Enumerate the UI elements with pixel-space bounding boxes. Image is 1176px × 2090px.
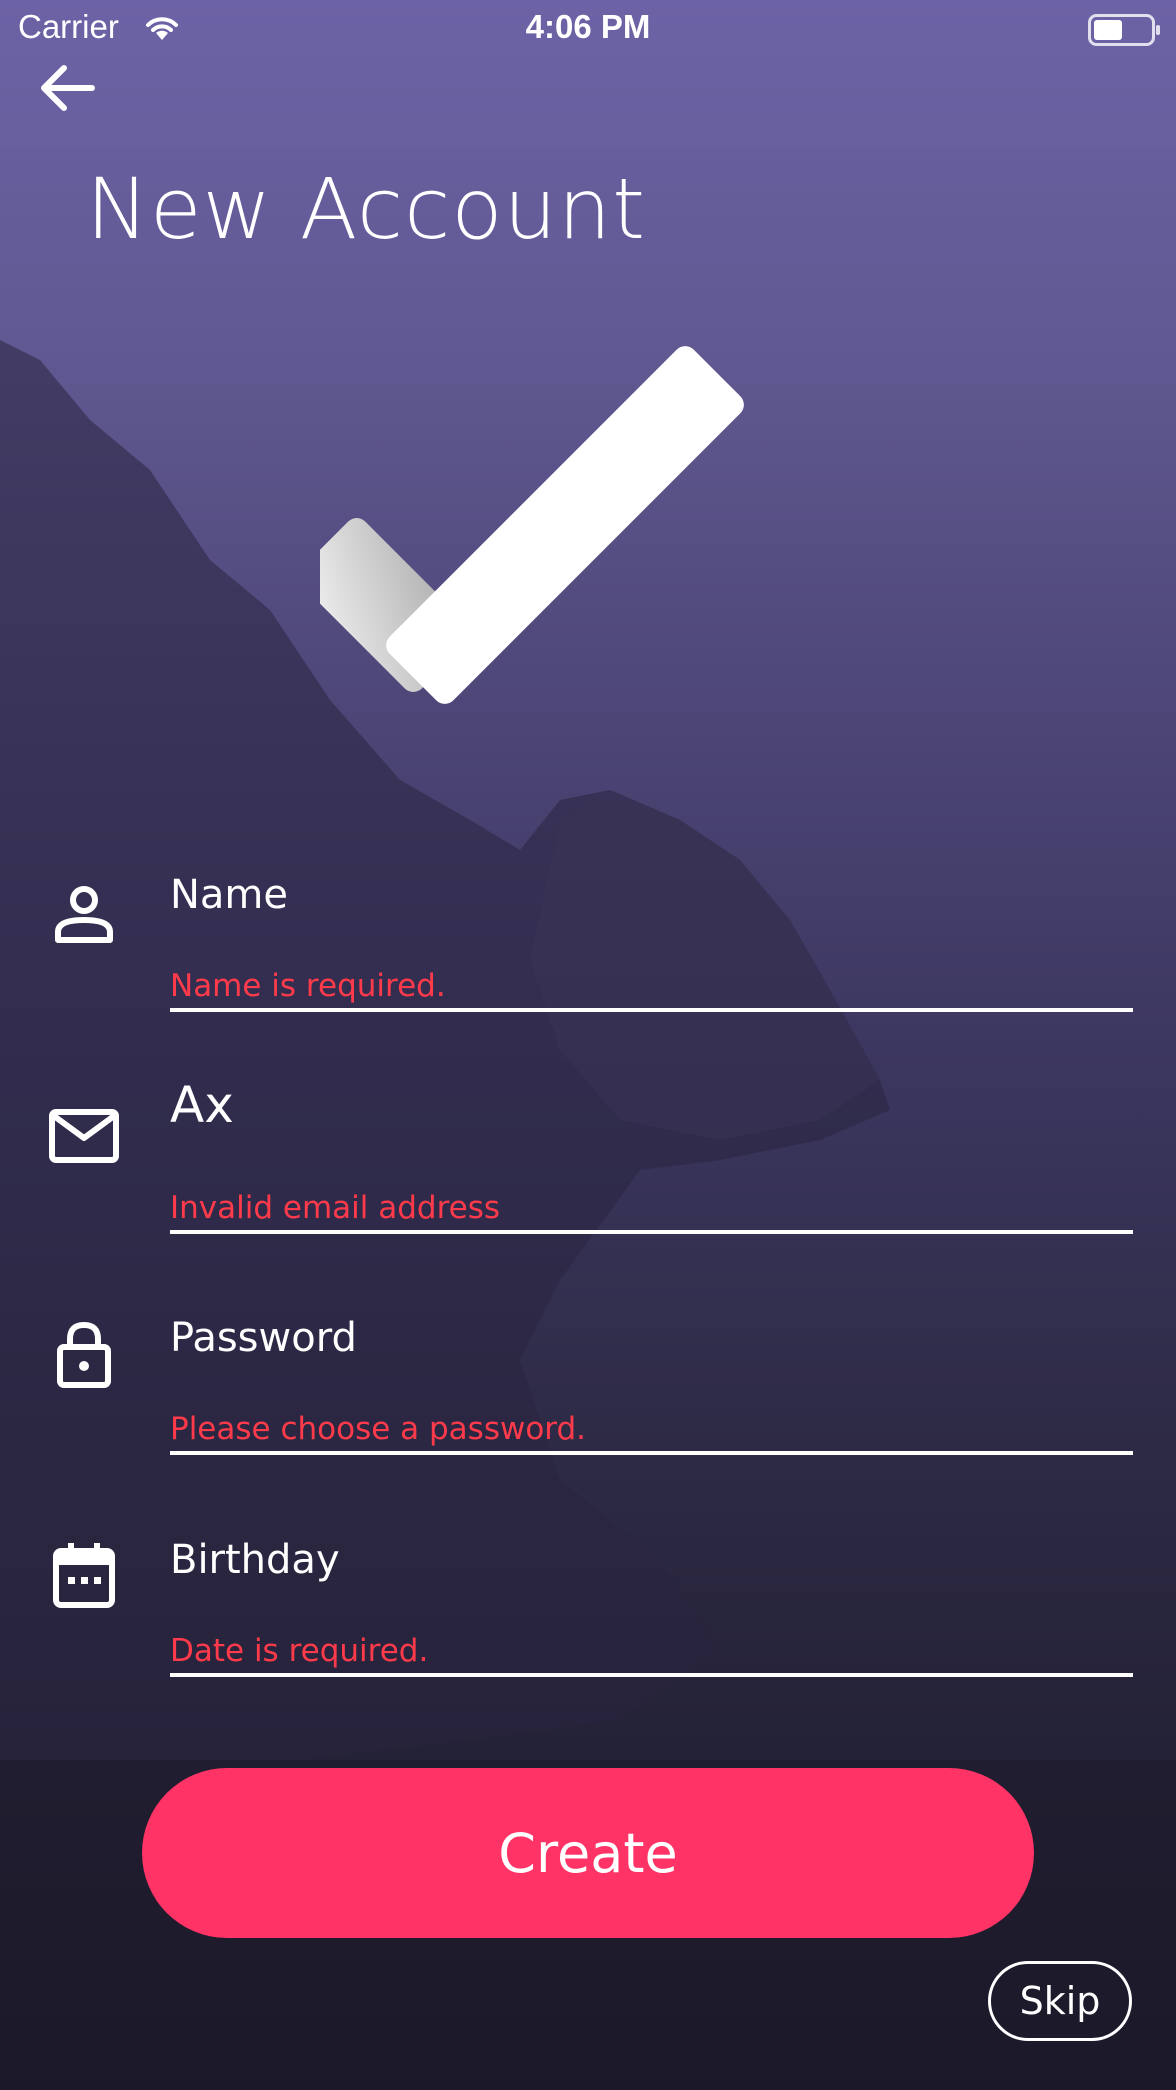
create-button[interactable]: Create [142,1768,1034,1938]
email-underline [170,1230,1133,1234]
lock-icon [57,1321,111,1388]
email-field: Invalid email address [0,1060,1176,1280]
birthday-input[interactable] [170,1515,1130,1605]
mail-icon [49,1109,119,1163]
back-button[interactable] [36,58,100,122]
password-error: Please choose a password. [170,1411,587,1447]
name-input[interactable] [170,850,1130,940]
password-input[interactable] [170,1293,1130,1383]
battery-icon [1088,14,1160,46]
name-field: Name is required. [0,850,1176,1070]
person-icon [55,886,113,943]
birthday-error: Date is required. [170,1633,429,1669]
name-error: Name is required. [170,968,446,1004]
email-input[interactable] [170,1060,1130,1150]
name-underline [170,1008,1133,1012]
birthday-field: Date is required. [0,1515,1176,1735]
new-account-screen: Carrier 4:06 PM New Account Name Name is… [0,0,1176,2090]
status-time: 4:06 PM [525,8,651,45]
calendar-icon [53,1543,115,1608]
checkmark-logo-icon [320,346,744,704]
arrow-left-icon [41,65,95,111]
email-error: Invalid email address [170,1190,501,1226]
password-field: Please choose a password. [0,1293,1176,1513]
skip-button[interactable]: Skip [988,1961,1132,2041]
status-bar: Carrier 4:06 PM [0,0,1176,60]
password-underline [170,1451,1133,1455]
birthday-underline [170,1673,1133,1677]
page-title: New Account [86,160,647,258]
